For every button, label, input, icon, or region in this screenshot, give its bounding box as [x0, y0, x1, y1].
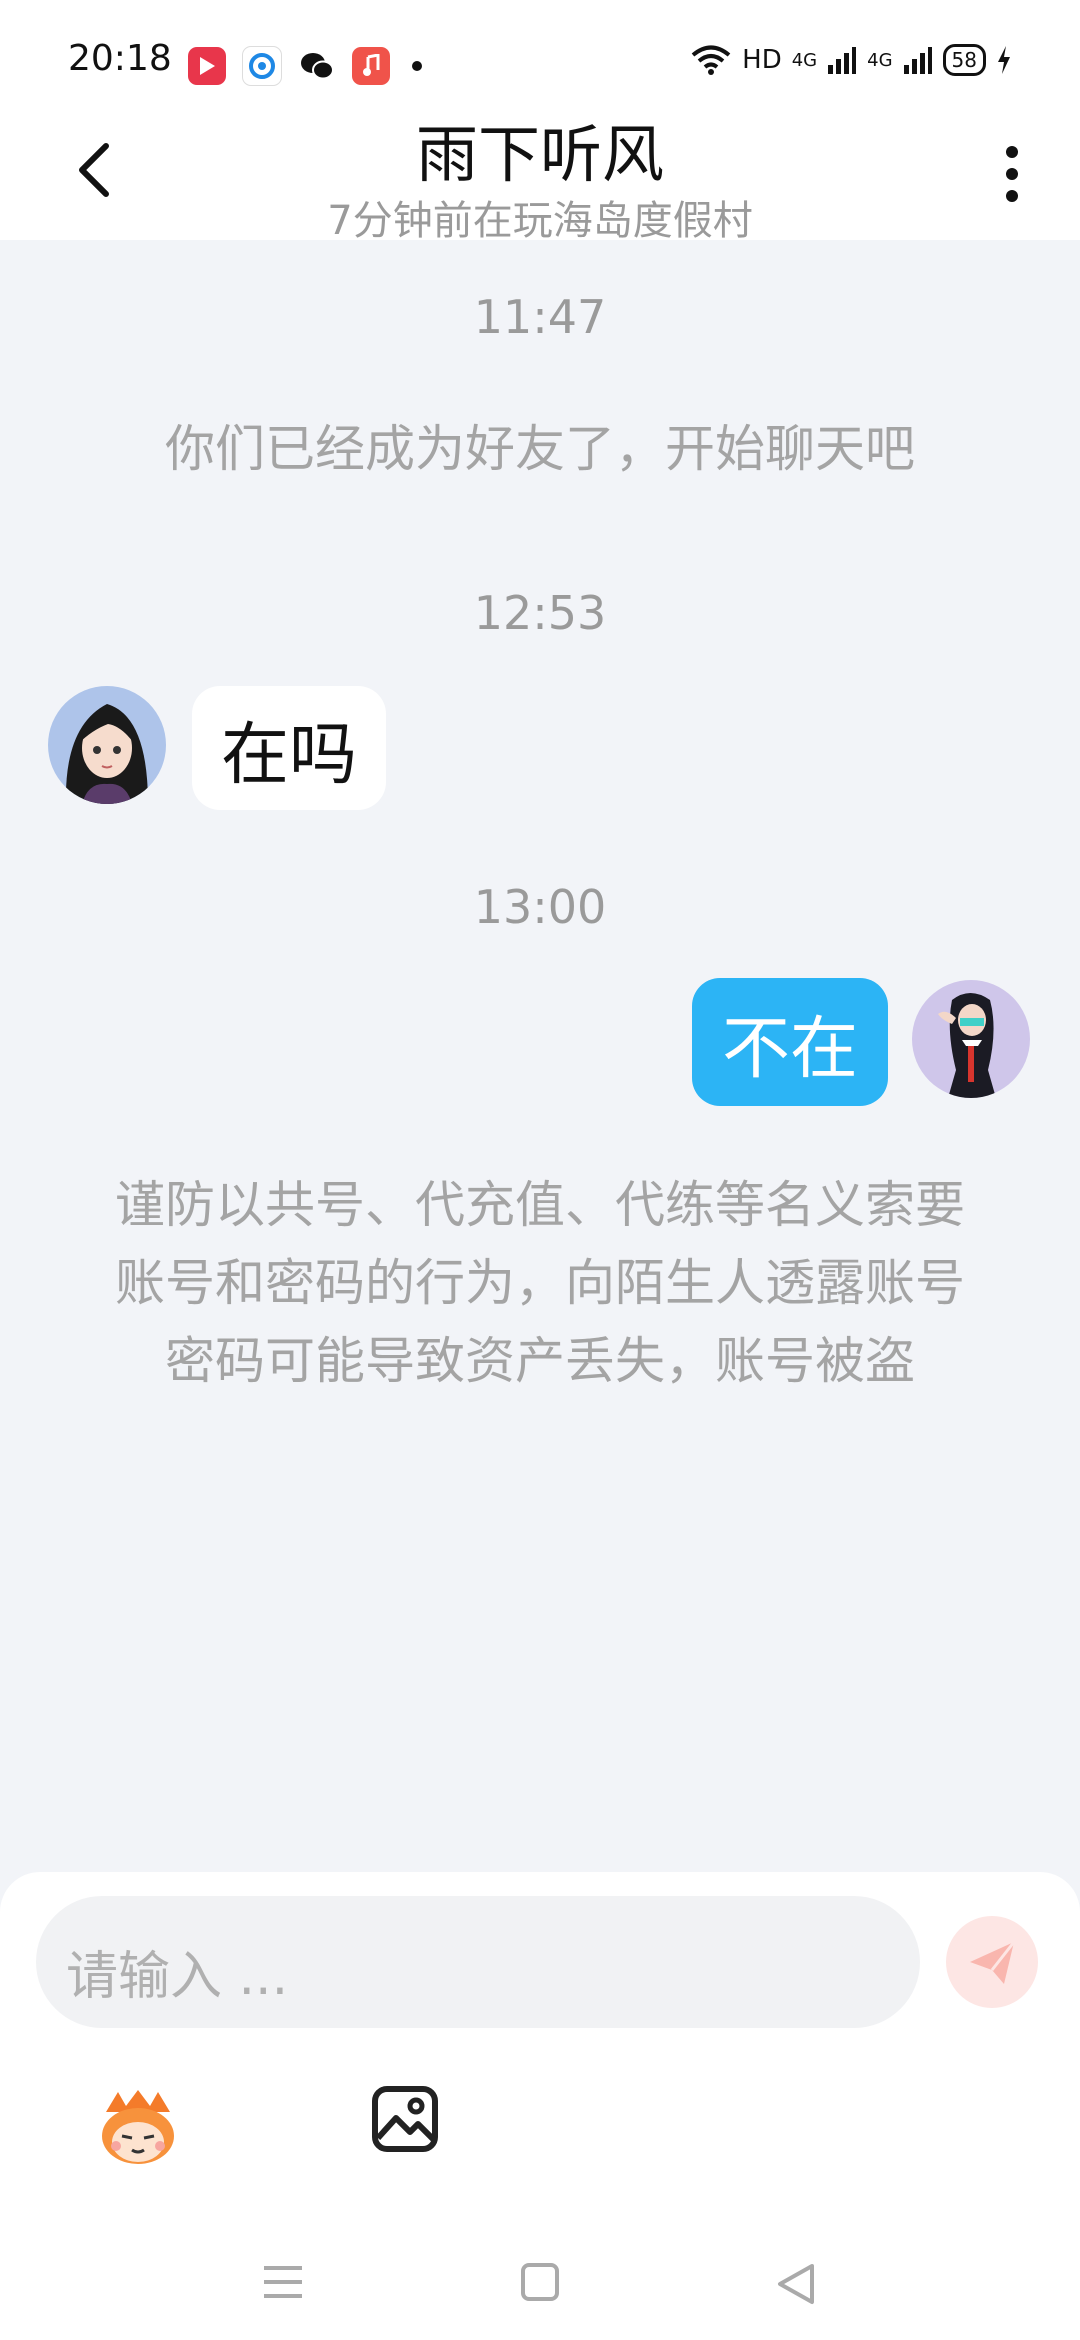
contact-name: 雨下听风: [415, 118, 664, 191]
contact-avatar[interactable]: [48, 686, 166, 804]
signal-icon: [903, 47, 932, 74]
sticker-button[interactable]: [92, 2082, 184, 2174]
signal-icon: [828, 47, 857, 74]
message-timestamp: 13:00: [473, 880, 607, 934]
signal-label-2: 4G: [867, 49, 893, 71]
charging-icon: [998, 46, 1010, 74]
wifi-icon: [691, 45, 731, 75]
video-app-icon: [188, 47, 226, 85]
more-notifications-dot: [412, 61, 422, 71]
send-button[interactable]: [946, 1916, 1038, 2008]
message-input[interactable]: 请输入 ...: [36, 1896, 920, 2028]
incoming-message-bubble[interactable]: 在吗: [192, 686, 386, 810]
home-icon[interactable]: [520, 2262, 560, 2302]
qq-browser-icon: [242, 46, 282, 86]
system-message: 你们已经成为好友了，开始聊天吧: [165, 420, 915, 478]
network-type: HD: [742, 45, 782, 75]
message-input-placeholder: 请输入 ...: [66, 1947, 289, 2007]
menu-icon[interactable]: [262, 2262, 304, 2302]
send-icon: [970, 1941, 1016, 1984]
contact-status: 7分钟前在玩海岛度假村: [327, 198, 753, 244]
image-button[interactable]: [370, 2084, 440, 2154]
nav-back-icon[interactable]: [776, 2262, 816, 2306]
wechat-icon: [298, 47, 336, 85]
status-time: 20:18: [68, 38, 172, 79]
notification-icons: [188, 46, 422, 86]
music-app-icon: [352, 47, 390, 85]
status-right: HD 4G 4G 58: [690, 44, 1012, 76]
message-timestamp: 11:47: [473, 290, 607, 344]
security-warning: 谨防以共号、代充值、代练等名义索要账号和密码的行为，向陌生人透露账号密码可能导致…: [115, 1176, 965, 1390]
outgoing-message-bubble[interactable]: 不在: [692, 978, 888, 1106]
sticker-icon: [102, 2090, 174, 2164]
signal-label-1: 4G: [791, 49, 818, 71]
system-navigation-bar: [0, 2240, 1080, 2340]
chat-header: 雨下听风 7分钟前在玩海岛度假村: [0, 100, 1080, 244]
battery-level: 58: [942, 44, 986, 76]
user-avatar[interactable]: [912, 980, 1030, 1098]
image-icon: [372, 2086, 438, 2152]
message-timestamp: 12:53: [473, 586, 607, 640]
more-options-icon[interactable]: [992, 144, 1032, 204]
